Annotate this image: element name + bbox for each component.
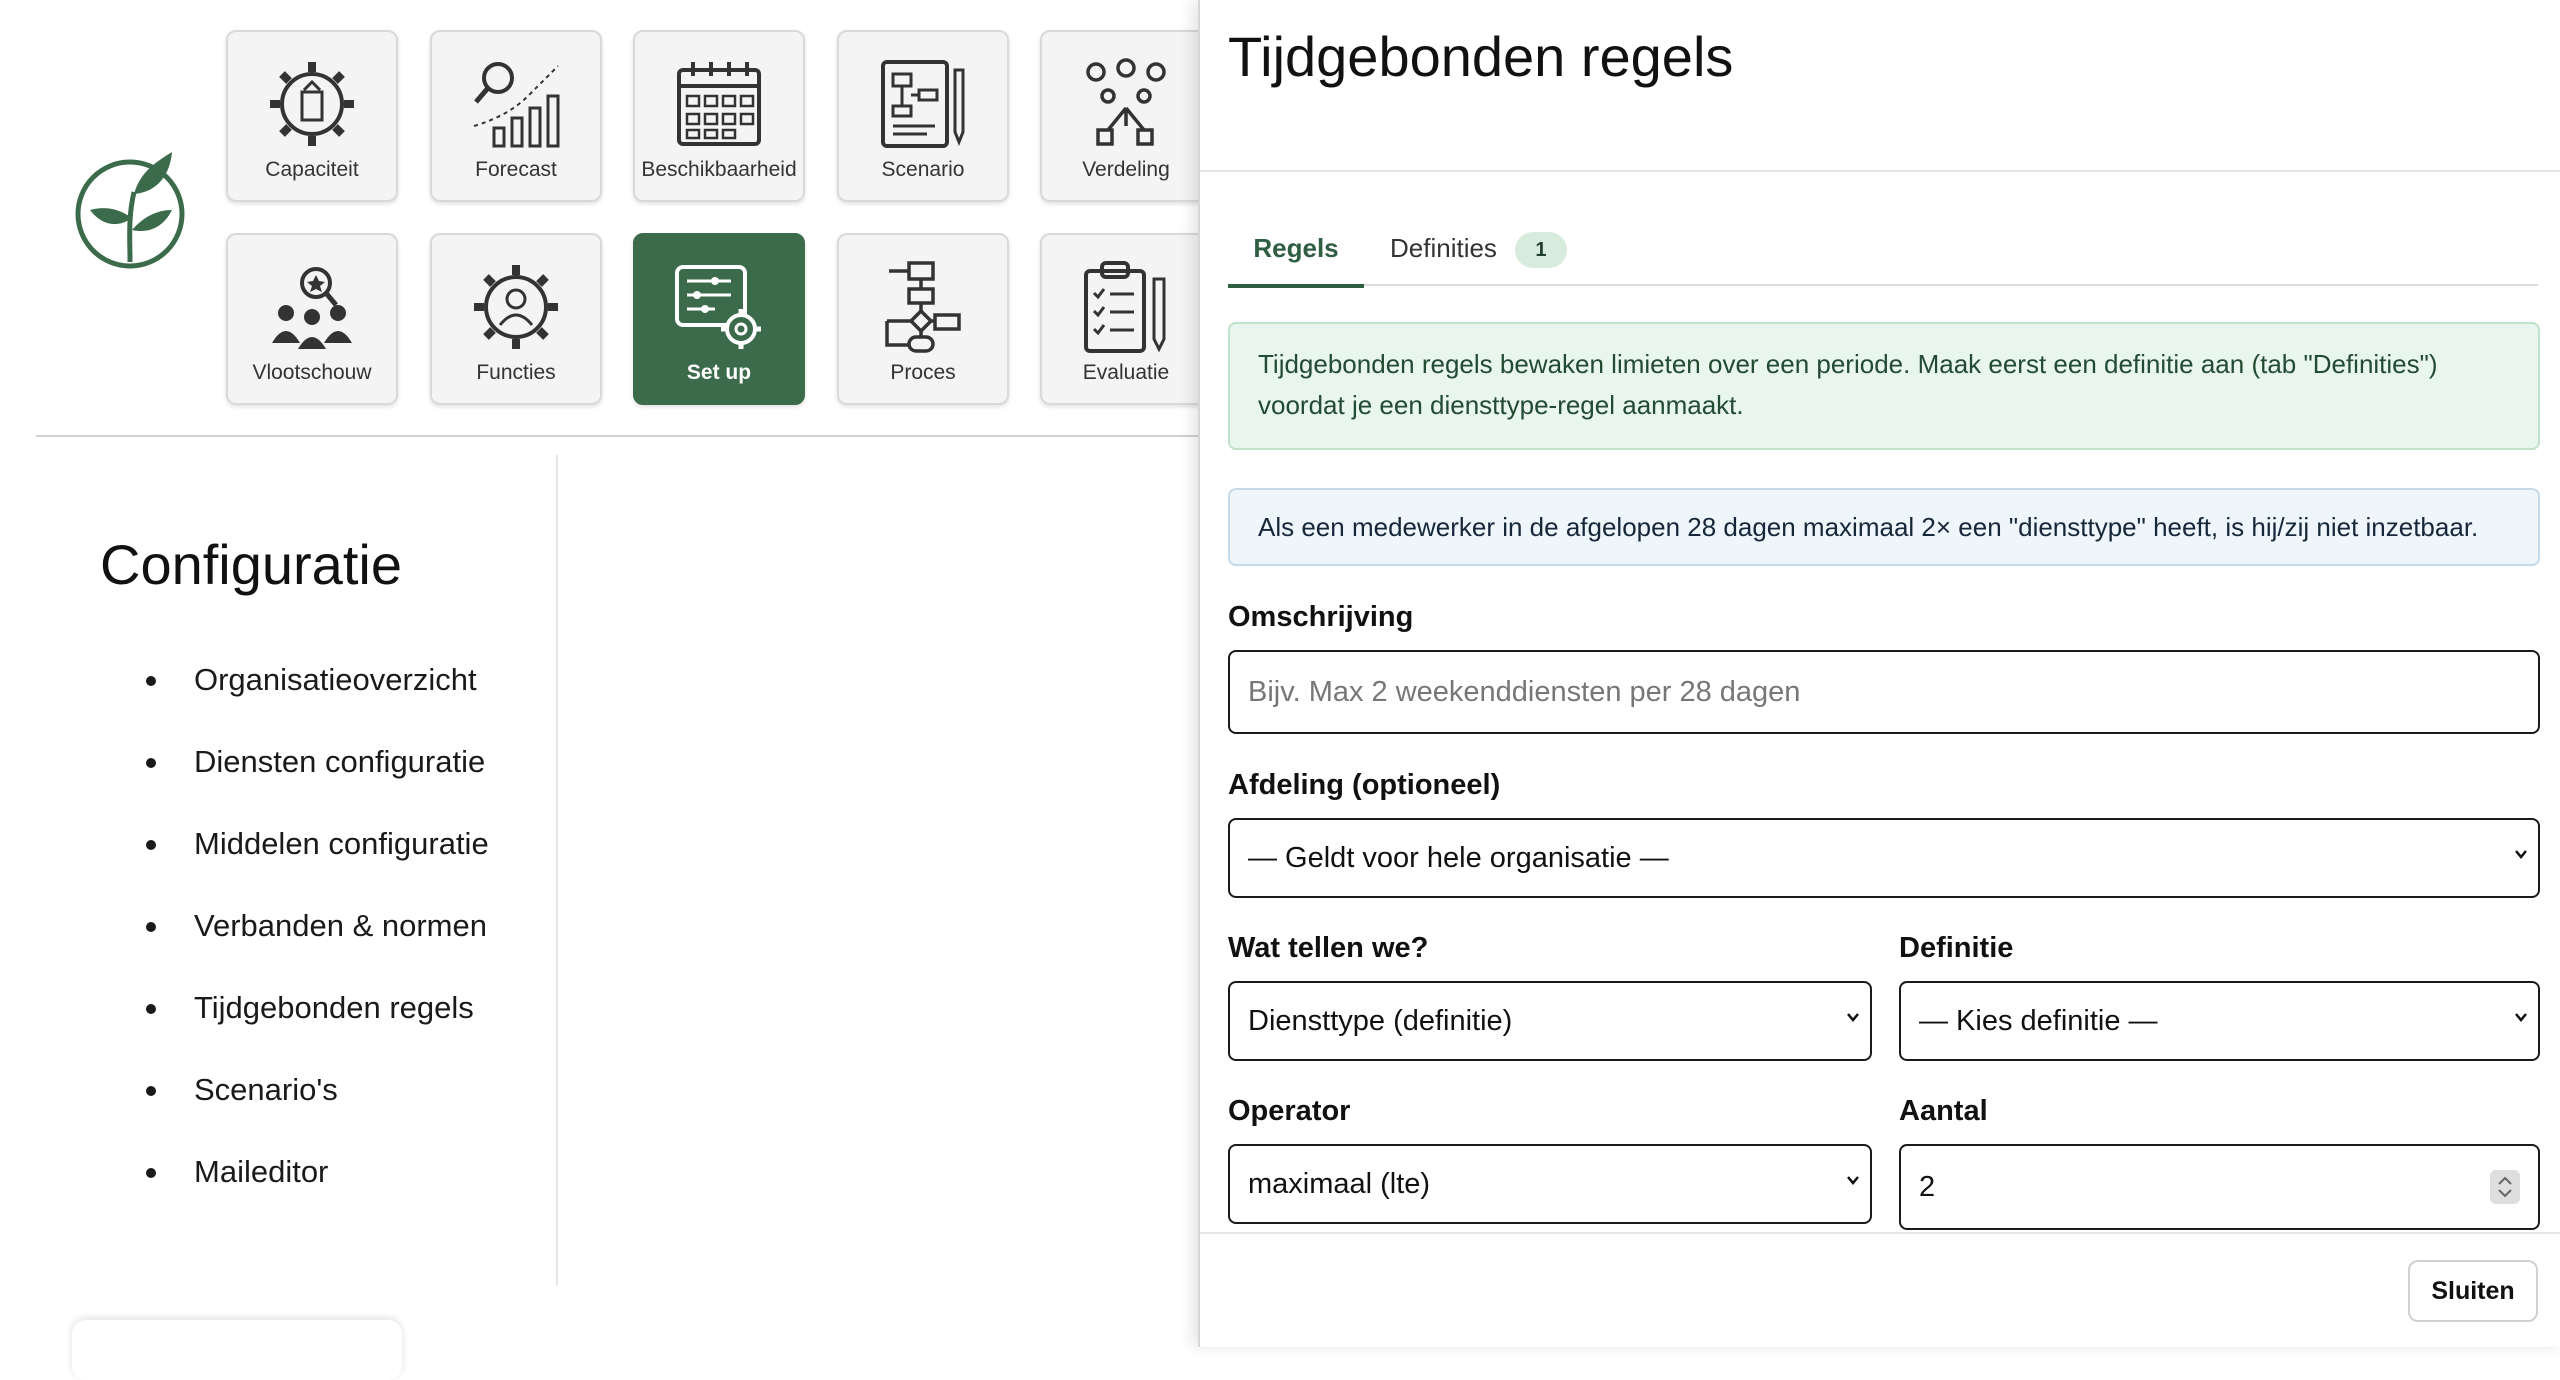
nav-tile-capaciteit[interactable]: Capaciteit <box>226 30 398 202</box>
config-item-diensten[interactable]: Diensten configuratie <box>138 742 489 824</box>
tab-definities[interactable]: Definities 1 <box>1390 212 1567 284</box>
operator-select-value: maximaal (lte) <box>1248 1167 1431 1200</box>
config-item-maileditor[interactable]: Maileditor <box>138 1152 489 1234</box>
operator-select[interactable]: maximaal (lte) <box>1228 1144 1872 1224</box>
number-stepper[interactable] <box>2490 1170 2520 1204</box>
scenario-document-icon <box>881 60 965 148</box>
department-select-value: — Geldt voor hele organisatie — <box>1248 841 1669 874</box>
config-item-tijdgebonden[interactable]: Tijdgebonden regels <box>138 988 489 1070</box>
distribution-icon <box>1086 58 1166 146</box>
nav-tile-functies[interactable]: Functies <box>430 233 602 405</box>
panel-title: Tijdgebonden regels <box>1228 25 1734 88</box>
chevron-down-icon <box>2515 850 2527 859</box>
tile-label: Forecast <box>475 158 557 181</box>
nav-tile-setup[interactable]: Set up <box>633 233 805 405</box>
team-review-icon <box>272 267 352 349</box>
config-item-middelen[interactable]: Middelen configuratie <box>138 824 489 906</box>
department-select[interactable]: — Geldt voor hele organisatie — <box>1228 818 2540 898</box>
tile-label: Proces <box>890 361 956 384</box>
nav-tile-beschikbaarheid[interactable]: Beschikbaarheid <box>633 30 805 202</box>
description-label: Omschrijving <box>1228 601 1414 633</box>
count-select-value: Diensttype (definitie) <box>1248 1004 1513 1037</box>
config-menu: Organisatieoverzicht Diensten configurat… <box>138 660 489 1234</box>
config-item-verbanden[interactable]: Verbanden & normen <box>138 906 489 988</box>
chevron-down-icon <box>2515 1013 2527 1022</box>
close-button[interactable]: Sluiten <box>2408 1260 2538 1322</box>
header-divider <box>36 435 1236 437</box>
definition-select[interactable]: — Kies definitie — <box>1899 981 2540 1061</box>
info-alert-success: Tijdgebonden regels bewaken limieten ove… <box>1228 322 2540 450</box>
tab-regels-label: Regels <box>1253 233 1339 263</box>
sidebar-divider <box>556 455 558 1285</box>
rule-summary-alert: Als een medewerker in de afgelopen 28 da… <box>1228 488 2540 566</box>
description-input[interactable] <box>1228 650 2540 734</box>
tile-label: Set up <box>686 361 752 384</box>
tile-label: Evaluatie <box>1082 361 1170 384</box>
department-label: Afdeling (optioneel) <box>1228 769 1501 801</box>
tile-label: Capaciteit <box>265 158 359 181</box>
count-label: Wat tellen we? <box>1228 932 1429 964</box>
leaf-logo-icon <box>75 152 185 269</box>
panel-footer-divider <box>1200 1232 2560 1234</box>
definition-label: Definitie <box>1899 932 2014 964</box>
tab-regels[interactable]: Regels <box>1228 212 1364 288</box>
nav-tile-evaluatie[interactable]: Evaluatie <box>1040 233 1212 405</box>
app-logo[interactable] <box>74 148 186 272</box>
nav-tile-verdeling[interactable]: Verdeling <box>1040 30 1212 202</box>
count-select[interactable]: Diensttype (definitie) <box>1228 981 1872 1061</box>
clipboard-checklist-icon <box>1084 261 1166 353</box>
chevron-down-icon <box>1847 1013 1859 1022</box>
amount-label: Aantal <box>1899 1095 1988 1127</box>
nav-tile-forecast[interactable]: Forecast <box>430 30 602 202</box>
gear-person-icon <box>474 265 558 349</box>
calendar-icon <box>677 62 761 146</box>
tile-label: Functies <box>476 361 556 384</box>
definitions-count-badge: 1 <box>1514 232 1567 269</box>
forecast-chart-icon <box>473 62 560 148</box>
tile-label: Vlootschouw <box>252 361 372 384</box>
tile-label: Verdeling <box>1082 158 1170 181</box>
panel-header-divider <box>1200 170 2560 172</box>
chevron-down-icon <box>1847 1176 1859 1185</box>
tile-label: Beschikbaarheid <box>641 158 797 181</box>
amount-input-value: 2 <box>1919 1170 1936 1203</box>
nav-tile-scenario[interactable]: Scenario <box>837 30 1009 202</box>
tile-label: Scenario <box>881 158 965 181</box>
rules-side-panel: Tijdgebonden regels Regels Definities 1 T… <box>1198 0 2560 1347</box>
panel-tabs: Regels Definities 1 <box>1228 212 2538 288</box>
nav-tile-proces[interactable]: Proces <box>837 233 1009 405</box>
config-item-scenarios[interactable]: Scenario's <box>138 1070 489 1152</box>
gear-capacity-icon <box>270 62 354 146</box>
setup-sliders-icon <box>675 265 761 349</box>
amount-input[interactable]: 2 <box>1899 1144 2540 1230</box>
definition-select-value: — Kies definitie — <box>1919 1004 2158 1037</box>
config-title: Configuratie <box>100 533 402 596</box>
config-item-organisatieoverzicht[interactable]: Organisatieoverzicht <box>138 660 489 742</box>
operator-label: Operator <box>1228 1095 1351 1127</box>
bottom-card <box>72 1320 402 1380</box>
stepper-arrows-icon <box>2498 1176 2512 1198</box>
tab-definities-label: Definities <box>1390 233 1497 263</box>
process-flow-icon <box>885 261 961 353</box>
nav-tile-vlootschouw[interactable]: Vlootschouw <box>226 233 398 405</box>
